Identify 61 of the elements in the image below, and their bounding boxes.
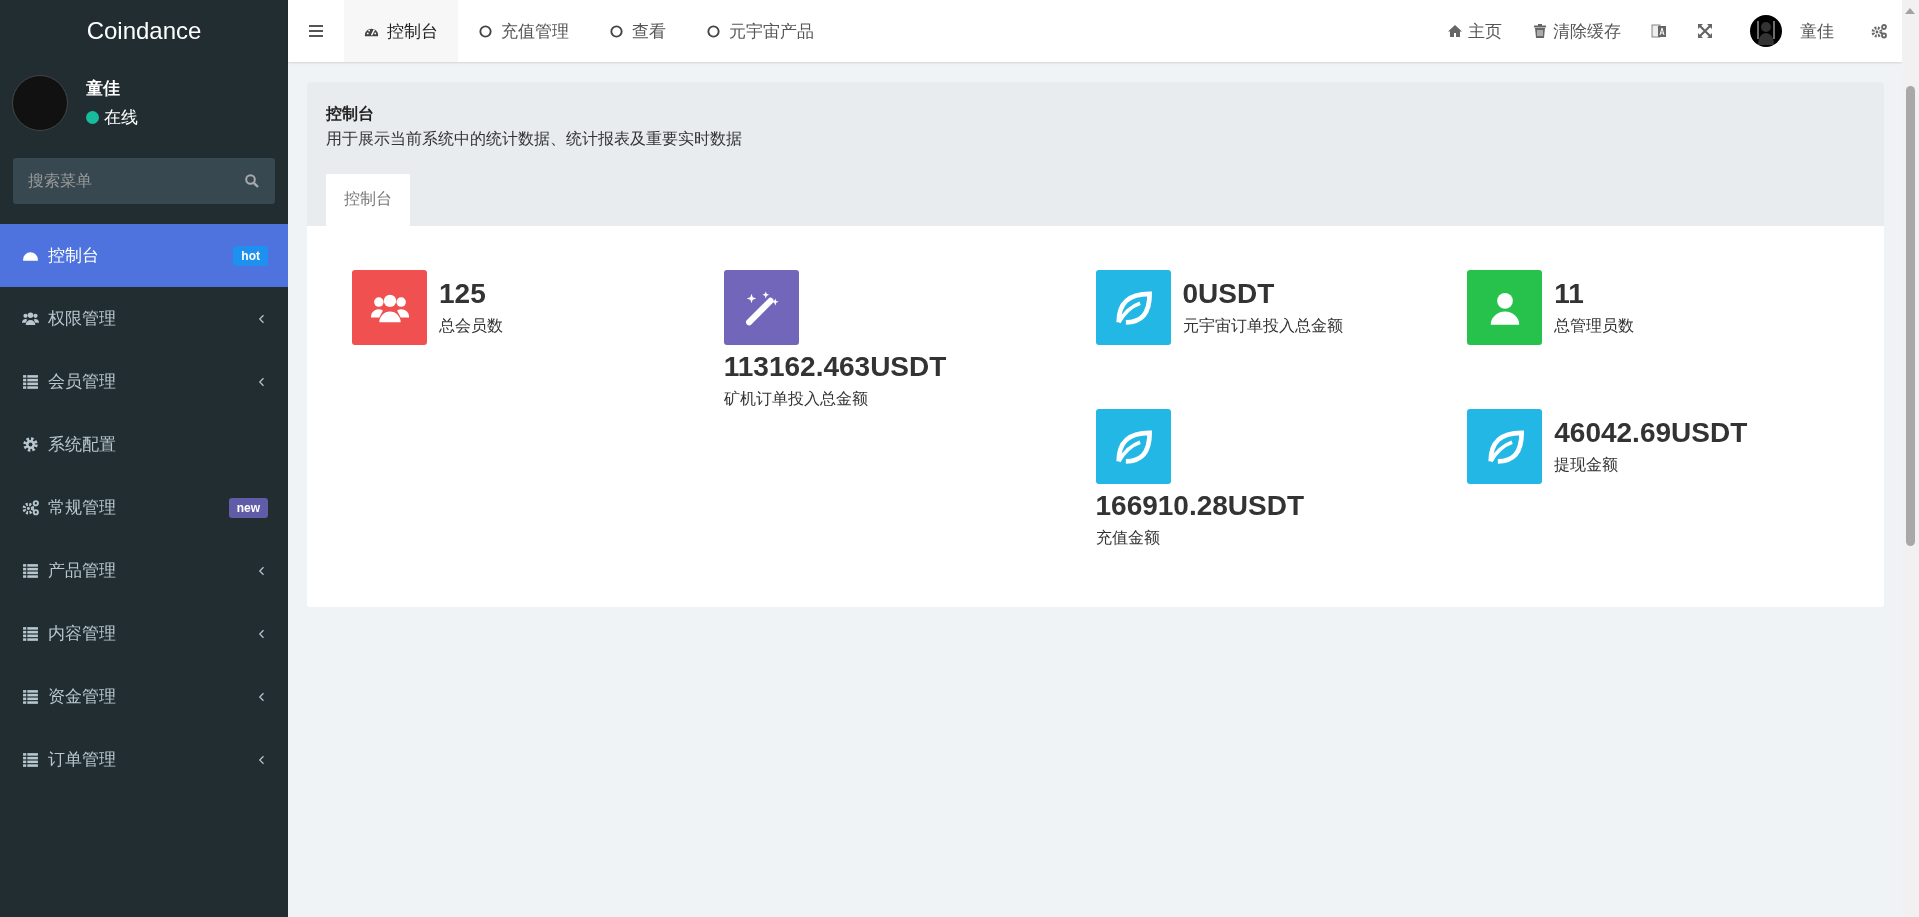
sidebar-menu-item[interactable]: 内容管理 — [0, 602, 288, 665]
search-field[interactable]: 搜索菜单 — [13, 158, 275, 204]
menu-badge: new — [228, 497, 268, 518]
stat-label: 总管理员数 — [1554, 316, 1635, 336]
stat-value: 46042.69USDT — [1554, 417, 1748, 449]
list-icon — [22, 625, 39, 642]
menu-badge: hot — [233, 245, 268, 266]
leaf-icon — [1114, 427, 1152, 466]
list-icon — [22, 373, 39, 390]
translate-icon — [1651, 23, 1667, 39]
nav-tab[interactable]: 元宇宙产品 — [686, 0, 834, 62]
circle-icon — [478, 23, 493, 39]
circle-icon — [609, 23, 624, 39]
stat-label: 元宇宙订单投入总金额 — [1182, 316, 1343, 336]
user-menu[interactable]: 童佳 — [1728, 0, 1856, 62]
sidebar-menu-item[interactable]: 常规管理 new — [0, 476, 288, 539]
list-icon — [22, 751, 39, 768]
users-icon — [22, 310, 39, 327]
nav-link[interactable]: 主页 — [1432, 0, 1517, 62]
stat-value: 113162.463USDT — [723, 351, 948, 383]
nav-link[interactable]: 清除缓存 — [1517, 0, 1636, 62]
nav-tab[interactable]: 充值管理 — [458, 0, 589, 62]
circle-icon — [706, 23, 721, 39]
home-icon — [1447, 23, 1463, 39]
brand-title: Coindance — [85, 16, 203, 46]
stat-value: 166910.28USDT — [1095, 490, 1306, 522]
stat-value: 0USDT — [1182, 278, 1276, 310]
leaf-icon — [1114, 288, 1152, 327]
scrollbar[interactable] — [1902, 0, 1919, 917]
user-status: 在线 — [104, 107, 138, 129]
nav-tab[interactable]: 控制台 — [344, 0, 458, 62]
list-icon — [22, 688, 39, 705]
panel-title: 控制台 — [326, 104, 375, 124]
sidebar-menu-item[interactable]: 会员管理 — [0, 350, 288, 413]
trash-icon — [1532, 23, 1548, 39]
user-name: 童佳 — [86, 78, 121, 100]
stat-label: 充值金额 — [1095, 528, 1161, 548]
sidebar-menu-item[interactable]: 权限管理 — [0, 287, 288, 350]
fullscreen-icon — [1697, 23, 1713, 39]
sidebar-menu-item[interactable]: 控制台 hot — [0, 224, 288, 287]
gear-icon — [22, 436, 39, 453]
stat-value: 11 — [1554, 278, 1585, 310]
gears-icon — [1871, 23, 1887, 39]
sidebar-menu-item[interactable]: 资金管理 — [0, 665, 288, 728]
stat-value: 125 — [439, 278, 487, 310]
panel-tab[interactable]: 控制台 — [326, 174, 410, 226]
stat-label: 总会员数 — [439, 316, 503, 336]
user-avatar — [12, 75, 68, 131]
leaf-icon — [1485, 427, 1524, 466]
list-icon — [22, 562, 39, 579]
panel-description: 用于展示当前系统中的统计数据、统计报表及重要实时数据 — [326, 129, 743, 149]
menu-icon — [308, 23, 324, 39]
sidebar-menu-item[interactable]: 订单管理 — [0, 728, 288, 791]
stat-label: 矿机订单投入总金额 — [723, 389, 869, 409]
sidebar-menu-item[interactable]: 产品管理 — [0, 539, 288, 602]
search-icon — [244, 173, 260, 189]
gears-icon — [22, 499, 39, 516]
stat-label: 提现金额 — [1554, 455, 1620, 475]
sidebar-menu-item[interactable]: 系统配置 — [0, 413, 288, 476]
avatar-icon — [1750, 15, 1782, 47]
nav-tab[interactable]: 查看 — [589, 0, 686, 62]
